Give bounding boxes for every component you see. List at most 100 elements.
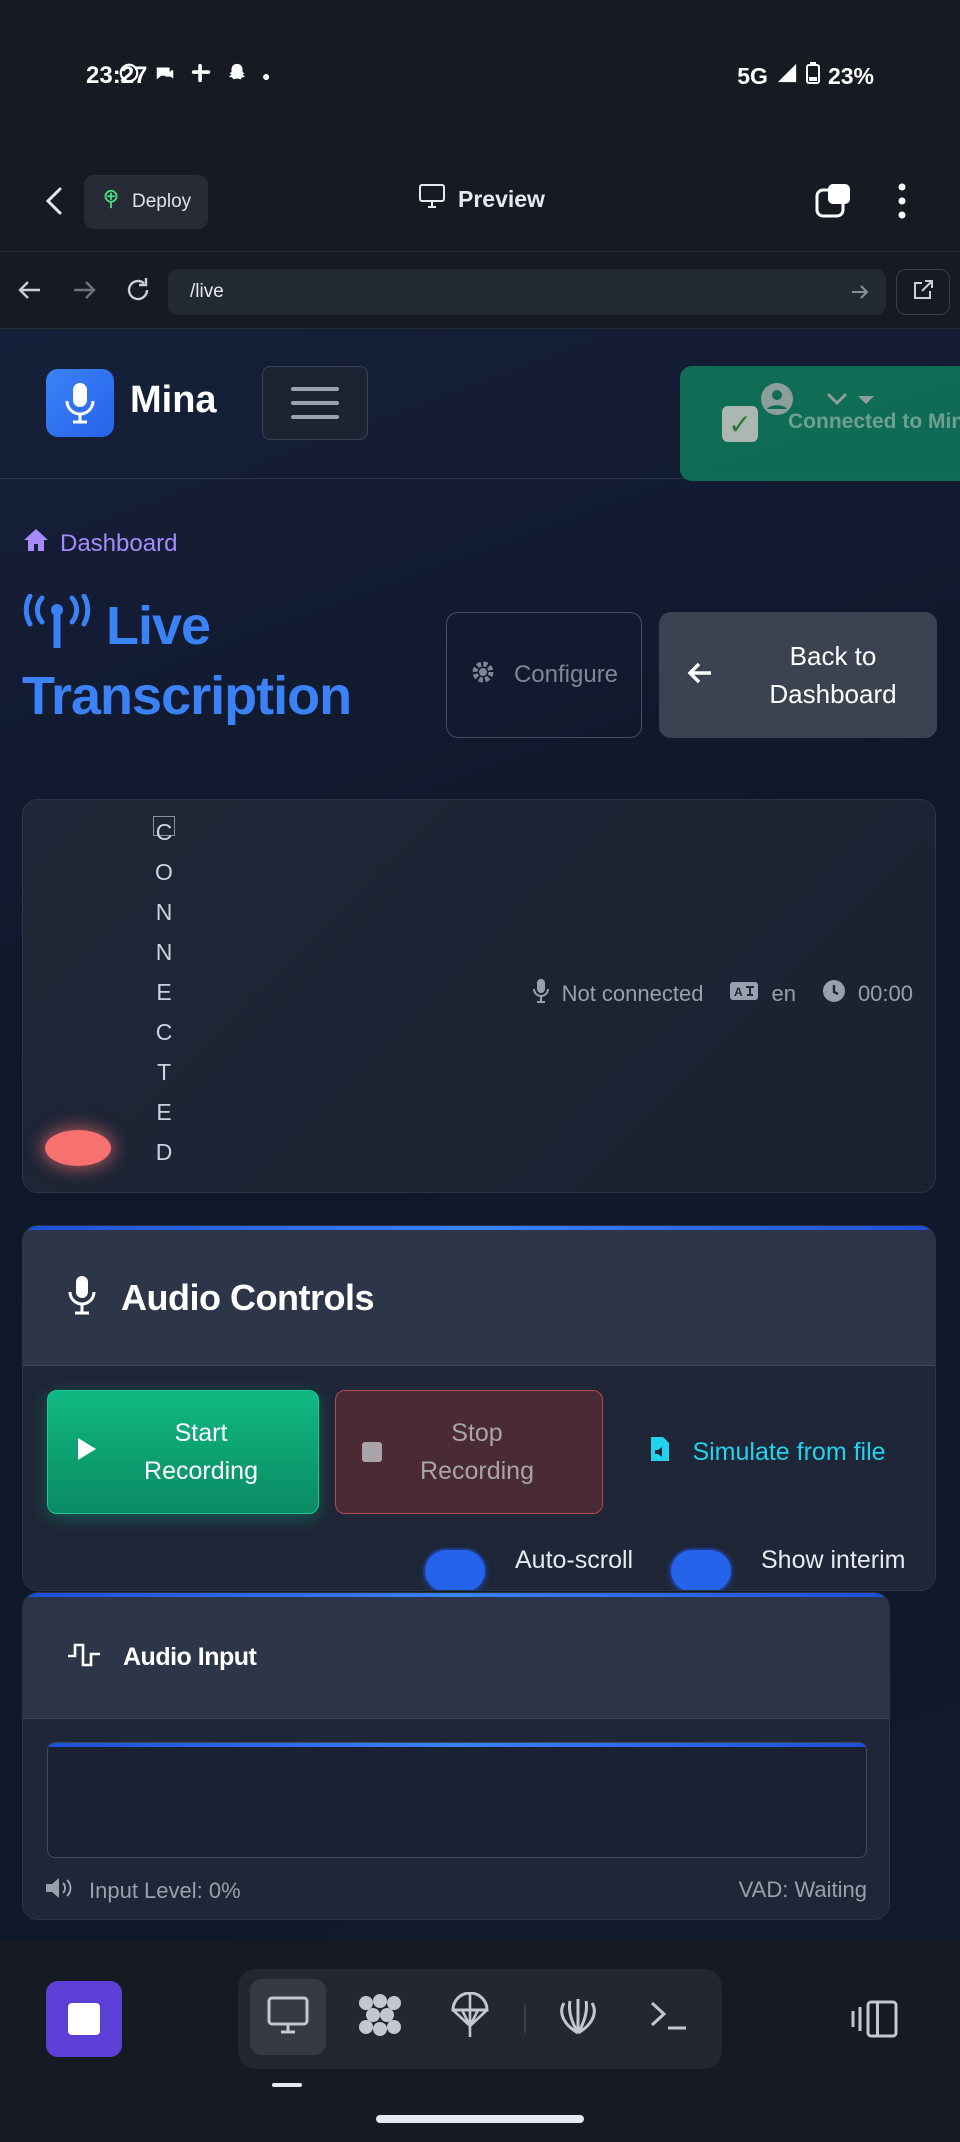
- battery-icon: [805, 62, 820, 90]
- audio-input-header: Audio Input: [23, 1597, 889, 1719]
- preview-tool-button[interactable]: [250, 1979, 326, 2055]
- language-code: en: [771, 981, 796, 1006]
- stop-icon: [362, 1442, 382, 1462]
- external-link-icon: [911, 278, 935, 307]
- check-icon: ✓: [722, 406, 758, 442]
- mic-status-text: Not connected: [561, 981, 704, 1006]
- arrow-left-icon: [687, 660, 713, 691]
- show-interim-label: Show interim: [761, 1546, 906, 1574]
- monitor-icon: [267, 1995, 309, 2040]
- go-arrow-icon[interactable]: [848, 280, 872, 304]
- brand-name[interactable]: Mina: [130, 379, 217, 422]
- url-text: /live: [190, 281, 224, 302]
- breadcrumb-dashboard[interactable]: Dashboard: [60, 530, 177, 558]
- microphone-icon: [67, 1274, 97, 1321]
- preview-tab[interactable]: Preview: [418, 183, 545, 215]
- battery-percent: 23%: [827, 62, 874, 89]
- system-status-bar: 23:27 ● 5G 23%: [0, 0, 960, 155]
- stop-icon: [68, 2003, 100, 2035]
- slack-icon: [190, 62, 212, 90]
- svg-text:A: A: [734, 985, 743, 999]
- whatsapp-icon: [118, 62, 140, 90]
- reload-icon[interactable]: [122, 274, 154, 306]
- mic-status: Not connected: [532, 978, 704, 1010]
- back-to-dashboard-button[interactable]: Back to Dashboard: [659, 612, 937, 738]
- stop-app-button[interactable]: [46, 1981, 122, 2057]
- deploy-button[interactable]: Deploy: [84, 175, 208, 229]
- breadcrumb[interactable]: Dashboard: [22, 527, 177, 560]
- home-icon: [22, 527, 50, 560]
- split-view-icon[interactable]: [850, 1999, 900, 2039]
- shell-tool-button[interactable]: [540, 1979, 616, 2055]
- more-menu-icon[interactable]: [888, 181, 916, 221]
- waveform-icon: [67, 1642, 101, 1673]
- show-interim-toggle[interactable]: [671, 1550, 731, 1590]
- language-info: A en: [729, 981, 796, 1007]
- language-icon: A: [729, 981, 759, 1007]
- shell-icon: [556, 1995, 600, 2040]
- network-label: 5G: [737, 62, 768, 89]
- hamburger-menu-button[interactable]: [262, 366, 368, 440]
- toast-message: Connected to Mina: [788, 410, 960, 433]
- auto-scroll-label: Auto-scroll: [515, 1546, 634, 1574]
- tool-switcher: [238, 1969, 722, 2069]
- parachute-icon: [450, 1991, 490, 2043]
- deploy-label: Deploy: [132, 191, 192, 212]
- agent-tool-button[interactable]: [342, 1979, 418, 2055]
- page-title: Live Transcription: [22, 591, 442, 731]
- cluster-icon: [356, 1993, 404, 2042]
- vad-status: VAD: Waiting: [738, 1877, 867, 1902]
- system-indicators: 5G 23%: [737, 62, 874, 90]
- audio-file-icon: [649, 1435, 671, 1470]
- start-recording-button[interactable]: Start Recording: [47, 1390, 319, 1514]
- volume-icon: [45, 1877, 75, 1905]
- app-header: Deploy Preview: [0, 155, 960, 251]
- toolbar-divider: [524, 2005, 526, 2033]
- stop-recording-label: Stop Recording: [420, 1419, 534, 1485]
- chevron-down-icon[interactable]: [824, 388, 880, 412]
- active-tab-indicator: [272, 2083, 302, 2087]
- open-external-button[interactable]: [896, 269, 950, 315]
- stop-recording-button[interactable]: Stop Recording: [335, 1390, 603, 1514]
- signal-icon: [776, 62, 798, 90]
- deploy-tool-button[interactable]: [432, 1979, 508, 2055]
- broadcast-tower-icon: [22, 593, 92, 652]
- configure-label: Configure: [513, 661, 619, 688]
- connection-status-card: C O N N E C T E D Not connected A en 00:…: [22, 799, 936, 1193]
- audio-input-card: Audio Input Input Level: 0% VAD: Waiting: [22, 1592, 890, 1920]
- terminal-icon: [648, 1999, 688, 2036]
- terminal-tool-button[interactable]: [630, 1979, 706, 2055]
- input-level: Input Level: 0%: [45, 1877, 241, 1905]
- back-chevron-icon[interactable]: [38, 183, 74, 219]
- status-indicator-dot: [45, 1130, 111, 1166]
- gear-icon: [470, 659, 496, 692]
- input-level-text: Input Level: 0%: [89, 1878, 241, 1903]
- url-input[interactable]: /live: [168, 269, 886, 315]
- audio-waveform-canvas: [47, 1742, 867, 1858]
- start-recording-label: Start Recording: [144, 1419, 258, 1485]
- dot-icon: ●: [262, 68, 271, 84]
- home-gesture-bar[interactable]: [376, 2115, 584, 2123]
- session-timer: 00:00: [857, 981, 913, 1006]
- web-content: Mina ✓ Connected to Mina Dashboard Live …: [0, 329, 960, 1941]
- audio-controls-header: Audio Controls: [23, 1230, 935, 1366]
- session-meta: Not connected A en 00:00: [532, 978, 913, 1010]
- connection-toast: ✓ Connected to Mina: [680, 366, 960, 481]
- browser-back-icon[interactable]: [14, 274, 46, 306]
- clock-icon: [822, 979, 846, 1009]
- audio-controls-card: Audio Controls Start Recording Stop Reco…: [22, 1225, 936, 1591]
- browser-forward-icon[interactable]: [68, 274, 100, 306]
- back-to-dashboard-label: Back to Dashboard: [769, 641, 897, 709]
- microphone-icon: [532, 978, 550, 1010]
- audio-input-title: Audio Input: [123, 1643, 257, 1671]
- tabs-icon[interactable]: [814, 181, 854, 221]
- audio-controls-title: Audio Controls: [121, 1276, 374, 1318]
- simulate-from-file-button[interactable]: Simulate from file: [623, 1390, 923, 1514]
- configure-button[interactable]: Configure: [446, 612, 642, 738]
- ide-bottom-toolbar: [0, 1941, 960, 2142]
- browser-url-bar: /live: [0, 251, 960, 329]
- auto-scroll-toggle[interactable]: [425, 1550, 485, 1590]
- brand-mic-icon[interactable]: [46, 369, 114, 437]
- preview-label: Preview: [458, 185, 545, 212]
- monitor-icon: [418, 183, 446, 215]
